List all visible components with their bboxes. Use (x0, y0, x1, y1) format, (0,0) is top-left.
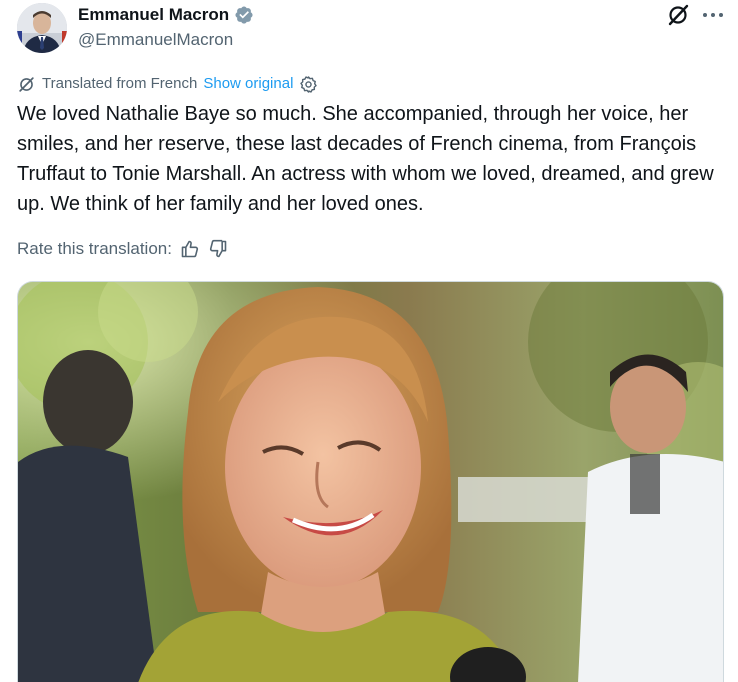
show-original-link[interactable]: Show original (203, 74, 293, 94)
tweet-text: We loved Nathalie Baye so much. She acco… (17, 103, 720, 215)
more-icon[interactable] (700, 3, 726, 27)
photo-woman-smiling (18, 282, 723, 682)
grok-icon[interactable] (666, 3, 690, 27)
tweet-media-image[interactable] (17, 281, 724, 682)
thumbs-down-icon[interactable] (208, 239, 228, 259)
author-handle[interactable]: @EmmanuelMacron (78, 29, 233, 51)
grok-translate-icon (17, 75, 36, 94)
author-name-row[interactable]: Emmanuel Macron (78, 4, 254, 26)
thumbs-up-icon[interactable] (180, 239, 200, 259)
translated-label: Translated from French (42, 75, 198, 92)
tweet-card: Emmanuel Macron @EmmanuelMacron Translat… (0, 0, 738, 682)
author-display-name[interactable]: Emmanuel Macron (78, 4, 229, 26)
rate-translation-row: Rate this translation: (17, 238, 228, 260)
avatar-image (17, 3, 67, 53)
avatar[interactable] (17, 3, 67, 53)
verified-badge-icon (234, 5, 254, 25)
gear-icon[interactable] (299, 75, 318, 94)
translation-info-row: Translated from French Show original (17, 74, 318, 94)
rate-translation-label: Rate this translation: (17, 239, 172, 258)
